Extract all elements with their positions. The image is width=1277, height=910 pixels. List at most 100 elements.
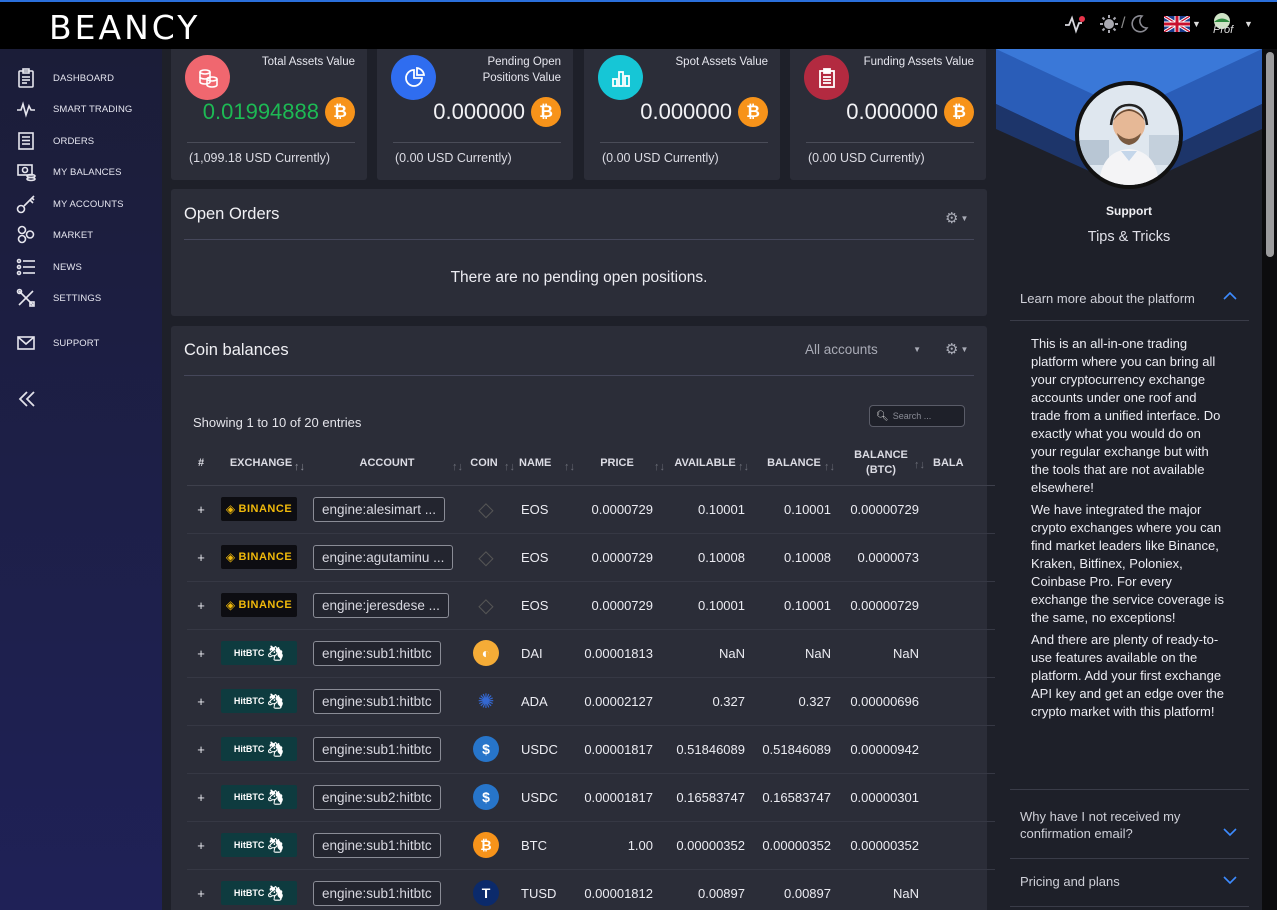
column-header[interactable]: PRICE ↑↓ [579,442,665,486]
stat-usd-value: (0.00 USD Currently) [602,151,719,165]
chevron-down-icon: ▼ [1244,19,1253,29]
coin-name-cell: BTC [517,821,579,870]
sidebar-item-dashboard[interactable]: DASHBOARD [16,67,114,89]
envelope-icon [17,336,35,350]
account-badge[interactable]: engine:sub1:hitbtc [313,880,441,906]
exchange-cell: ◈ BINANCE [215,533,307,582]
available-cell: 0.10001 [659,581,751,630]
column-header[interactable]: COIN ↑↓ [467,442,517,486]
balance-btc-cell: 0.00000729 [837,581,925,630]
exchange-cell: HitBTC 🦄︎ [215,869,307,910]
faq-answer-paragraph: We have integrated the major crypto exch… [1031,502,1224,625]
account-badge[interactable]: engine:jeresdese ... [313,592,449,618]
column-header[interactable]: BALA [925,442,995,486]
account-badge[interactable]: engine:sub2:hitbtc [313,784,441,810]
balance-cell: 0.10001 [751,485,837,534]
activity-icon[interactable] [1064,12,1086,36]
account-badge[interactable]: engine:alesimart ... [313,496,446,522]
account-filter-select[interactable]: All accounts ▼ [805,342,921,357]
eos-coin-icon: ◇ [478,594,494,617]
expand-row-button[interactable]: + [187,485,215,534]
gear-icon: ⚙ [945,341,959,358]
price-cell: 0.0000729 [579,581,659,630]
bitcoin-icon: ₿ [531,97,561,127]
entries-info: Showing 1 to 10 of 20 entries [193,415,362,430]
balance-btc-cell: 0.00000942 [837,725,925,774]
search-input[interactable]: 🔍︎ Search ... [869,405,965,427]
account-badge[interactable]: engine:sub1:hitbtc [313,832,441,858]
expand-row-button[interactable]: + [187,869,215,910]
faq-item-learn-more[interactable]: Learn more about the platform [1010,282,1249,321]
column-header[interactable]: # [187,442,215,486]
stat-card-total-assets: Total Assets Value 0.01994888 ₿ (1,099.1… [171,49,367,180]
bullet-list-icon [16,258,35,276]
sidebar-item-settings[interactable]: SETTINGS [16,287,101,309]
exchange-cell: HitBTC 🦄︎ [215,725,307,774]
table-row: + ◈ BINANCE engine:jeresdese ... ◇ EOS 0.… [187,581,995,630]
balance-btc-cell: 0.0000073 [837,533,925,582]
sidebar-item-label: NEWS [53,261,82,273]
language-flag-icon[interactable]: ▼ [1164,12,1201,36]
sidebar-item-my-accounts[interactable]: MY ACCOUNTS [16,193,124,215]
settings-dropdown[interactable]: ⚙ ▼ [945,340,968,358]
balance-cell: 0.00000352 [751,821,837,870]
exchange-cell: HitBTC 🦄︎ [215,773,307,822]
sidebar-item-my-balances[interactable]: MY BALANCES [16,161,122,183]
coin-balances-table: # EXCHANGE ↑↓ ACCOUNT ↑↓ COIN ↑↓ NAME ↑↓ PRI… [187,442,995,910]
coin-name-cell: TUSD [517,869,579,910]
account-badge[interactable]: engine:agutaminu ... [313,544,454,570]
table-header-row: # EXCHANGE ↑↓ ACCOUNT ↑↓ COIN ↑↓ NAME ↑↓ PRI… [187,442,995,486]
sidebar-item-label: MY BALANCES [53,166,122,178]
sidebar-item-orders[interactable]: ORDERS [16,130,94,152]
scrollbar-thumb[interactable] [1266,52,1274,257]
sidebar-item-support[interactable]: SUPPORT [16,332,99,354]
collapse-sidebar-icon[interactable] [17,389,37,414]
top-bar: BEANCY / ▼ Prof ▼ [0,0,1277,49]
coin-name-cell: ADA [517,677,579,726]
coin-cell: $ [467,773,517,822]
faq-item-pricing[interactable]: Pricing and plans [1010,859,1249,907]
expand-row-button[interactable]: + [187,629,215,678]
account-badge[interactable]: engine:sub1:hitbtc [313,640,441,666]
profile-avatar[interactable]: Prof ▼ [1212,12,1253,36]
column-header[interactable]: ACCOUNT ↑↓ [307,442,467,486]
support-avatar [1075,81,1183,189]
sidebar-item-market[interactable]: MARKET [16,224,93,246]
column-header[interactable]: NAME ↑↓ [517,442,579,486]
column-header[interactable]: EXCHANGE ↑↓ [215,442,307,486]
expand-row-button[interactable]: + [187,821,215,870]
sort-icon: ↑↓ [564,460,575,473]
sidebar-item-news[interactable]: NEWS [16,256,82,278]
account-badge[interactable]: engine:sub1:hitbtc [313,736,441,762]
expand-row-button[interactable]: + [187,677,215,726]
tools-icon [16,288,35,307]
expand-row-button[interactable]: + [187,581,215,630]
balance-cell: 0.51846089 [751,725,837,774]
faq-question: Why have I not received my confirmation … [1020,809,1181,841]
column-header[interactable]: AVAILABLE ↑↓ [659,442,751,486]
light-theme-icon[interactable] [1099,12,1119,36]
account-filter-value: All accounts [805,342,878,357]
faq-item-confirmation-email-content[interactable]: Why have I not received my confirmation … [1010,796,1249,855]
balance-btc-cell: NaN [837,629,925,678]
settings-dropdown[interactable]: ⚙ ▼ [945,209,968,227]
coin-balances-card: Coin balances All accounts ▼ ⚙ ▼ Showing 1… [171,326,995,910]
expand-row-button[interactable]: + [187,773,215,822]
sidebar-item-smart-trading[interactable]: SMART TRADING [16,98,132,120]
expand-row-button[interactable]: + [187,725,215,774]
balance-btc-cell: NaN [837,869,925,910]
sort-icon: ↑↓ [914,458,925,471]
balance-cell: 0.00897 [751,869,837,910]
brand-logo[interactable]: BEANCY [49,8,200,47]
table-row: + HitBTC 🦄︎ engine:sub2:hitbtc $ USDC 0.0… [187,773,995,822]
account-badge[interactable]: engine:sub1:hitbtc [313,688,441,714]
balance-extra-cell [925,533,995,582]
bitcoin-icon: ₿ [325,97,355,127]
clipboard-icon [18,68,34,88]
bitcoin-coin-icon: ₿ [473,832,499,858]
column-header[interactable]: BALANCE ↑↓ [751,442,837,486]
stat-label: Pending Open Positions Value [482,56,561,84]
dark-theme-icon[interactable] [1129,12,1149,36]
column-header[interactable]: BALANCE (BTC) ↑↓ [837,442,925,486]
expand-row-button[interactable]: + [187,533,215,582]
